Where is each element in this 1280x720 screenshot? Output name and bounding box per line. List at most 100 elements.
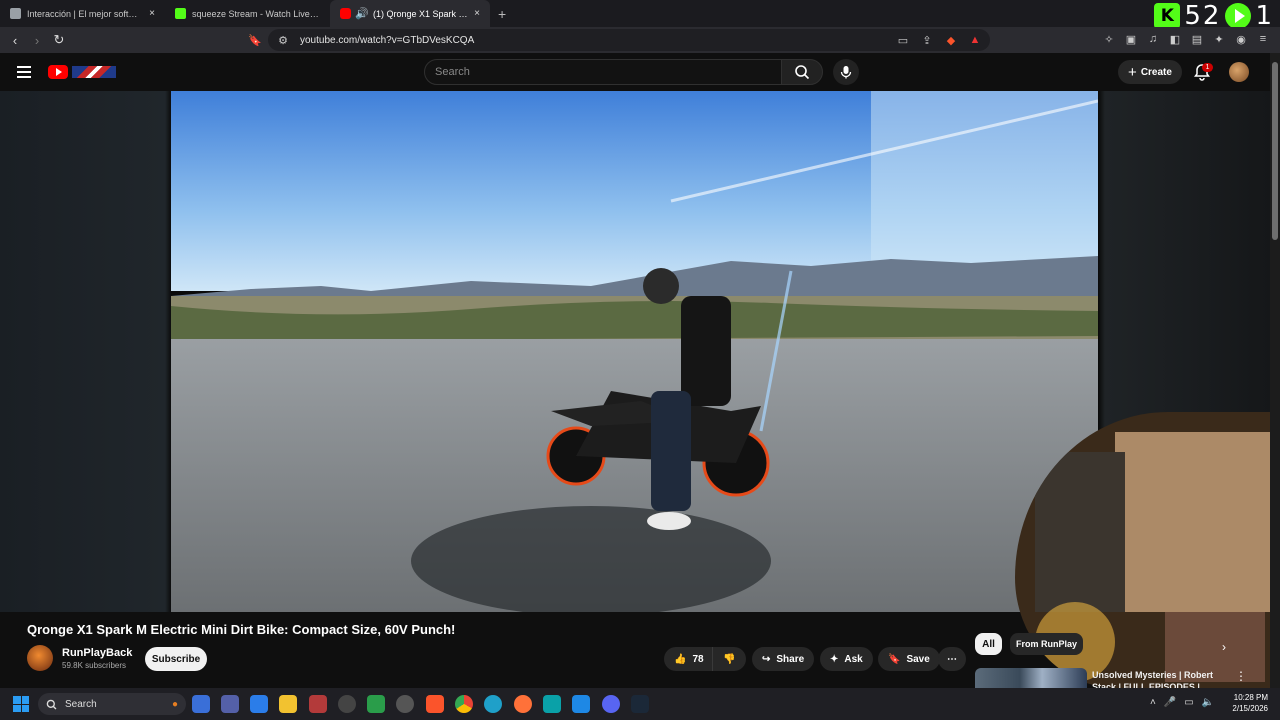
- sparkle-icon: ✦: [830, 653, 839, 665]
- search-input[interactable]: Search: [424, 59, 782, 85]
- save-button[interactable]: 🔖 Save: [878, 647, 940, 671]
- video-player[interactable]: [171, 91, 1098, 612]
- share-button[interactable]: ↪ Share: [752, 647, 815, 671]
- share-page-icon[interactable]: ⇪: [920, 33, 934, 47]
- chip-all[interactable]: All: [975, 633, 1002, 655]
- scrollbar-thumb[interactable]: [1272, 62, 1278, 240]
- site-info-icon[interactable]: ⚙: [276, 33, 290, 47]
- search-button[interactable]: [781, 59, 823, 85]
- clock-date: 2/15/2026: [1232, 704, 1268, 713]
- file-explorer-icon[interactable]: [279, 695, 297, 713]
- video-frame: [171, 91, 1098, 612]
- windows-start-icon[interactable]: [13, 696, 29, 712]
- search-icon: [46, 699, 57, 709]
- share-label: Share: [776, 653, 805, 665]
- network-icon[interactable]: ▭: [1184, 697, 1193, 708]
- leo-ai-icon[interactable]: ✦: [1212, 32, 1226, 46]
- address-bar[interactable]: ⚙ youtube.com/watch?v=GTbDVesKCQA ▭ ⇪ ◆ …: [268, 29, 990, 51]
- voice-search-button[interactable]: [833, 59, 859, 85]
- firefox-icon[interactable]: [514, 695, 532, 713]
- brave-shield-icon[interactable]: ◆: [944, 33, 958, 47]
- chrome-icon[interactable]: [455, 695, 473, 713]
- channel-subscriber-count: 59.8K subscribers: [62, 661, 127, 670]
- pinned-app-5-icon[interactable]: [309, 695, 327, 713]
- speaker-icon[interactable]: 🔊: [355, 7, 369, 21]
- more-horizontal-icon: ⋯: [947, 653, 957, 665]
- back-icon[interactable]: ‹: [4, 33, 26, 48]
- url-text: youtube.com/watch?v=GTbDVesKCQA: [300, 34, 475, 46]
- like-button[interactable]: 👍 78: [664, 647, 712, 671]
- kick-favicon-icon: [175, 8, 186, 19]
- new-tab-button[interactable]: +: [490, 6, 514, 22]
- close-tab-icon[interactable]: ×: [474, 8, 480, 19]
- vscode-icon[interactable]: [572, 695, 590, 713]
- volume-icon[interactable]: 🔈: [1202, 697, 1214, 708]
- search-icon: [795, 65, 810, 80]
- flag-logo-icon: [72, 66, 116, 78]
- microphone-tray-icon[interactable]: 🎤: [1164, 697, 1176, 708]
- chevron-up-icon[interactable]: ˄: [1150, 697, 1156, 708]
- microphone-icon: [840, 66, 852, 79]
- ask-button[interactable]: ✦ Ask: [820, 647, 873, 671]
- play-icon: [1225, 3, 1252, 29]
- tab-favicon-icon: [10, 8, 21, 19]
- basketball-icon: ●: [171, 698, 178, 710]
- pinned-app-13-icon[interactable]: [543, 695, 561, 713]
- forward-icon[interactable]: ›: [26, 33, 48, 48]
- youtube-favicon-icon: [340, 8, 351, 19]
- clock-time: 10:28 PM: [1233, 693, 1268, 702]
- bookmark-icon[interactable]: 🔖: [248, 33, 262, 47]
- chevron-right-icon[interactable]: ›: [1222, 640, 1226, 654]
- browser-tab-1[interactable]: Interacción | El mejor software para p ×: [0, 0, 165, 27]
- kick-logo-icon: K: [1154, 3, 1181, 29]
- pinned-app-1-icon[interactable]: [192, 695, 210, 713]
- media-icon[interactable]: ♫: [1146, 32, 1160, 46]
- bookmark-save-icon: 🔖: [888, 653, 901, 665]
- video-title: Qronge X1 Spark M Electric Mini Dirt Bik…: [27, 622, 456, 637]
- browser-tab-2[interactable]: squeeze Stream - Watch Live on Kick: [165, 0, 330, 27]
- pinned-app-6-icon[interactable]: [338, 695, 356, 713]
- vpn-icon[interactable]: ◉: [1234, 32, 1248, 46]
- subscribe-button[interactable]: Subscribe: [145, 647, 207, 671]
- pinned-app-2-icon[interactable]: [221, 695, 239, 713]
- taskbar-search[interactable]: Search ●: [38, 693, 186, 715]
- taskbar-search-label: Search: [65, 698, 97, 710]
- pinned-app-7-icon[interactable]: [367, 695, 385, 713]
- hamburger-menu-icon[interactable]: [17, 66, 31, 78]
- avatar[interactable]: [1229, 62, 1249, 82]
- thumbs-up-icon: 👍: [674, 653, 687, 665]
- wallet-icon[interactable]: ▣: [1124, 32, 1138, 46]
- discord-icon[interactable]: [602, 695, 620, 713]
- steam-icon[interactable]: [631, 695, 649, 713]
- sidebar-icon[interactable]: ◧: [1168, 32, 1182, 46]
- pinned-app-8-icon[interactable]: [396, 695, 414, 713]
- reload-icon[interactable]: ↻: [48, 32, 70, 48]
- browser-toolbar: ‹ › ↻ 🔖 ⚙ youtube.com/watch?v=GTbDVesKCQ…: [0, 27, 1280, 53]
- notification-count-badge: 1: [1202, 63, 1213, 72]
- edge-icon[interactable]: [484, 695, 502, 713]
- cast-icon[interactable]: ▭: [896, 33, 910, 47]
- rewards-icon[interactable]: ▲: [968, 33, 982, 47]
- wallet2-icon[interactable]: ▤: [1190, 32, 1204, 46]
- browser-tab-3[interactable]: 🔊 (1) Qronge X1 Spark M Electric ×: [330, 0, 490, 27]
- create-button[interactable]: + Create: [1118, 60, 1182, 84]
- channel-name[interactable]: RunPlayBack: [62, 647, 132, 659]
- brave-browser-icon[interactable]: [426, 695, 444, 713]
- close-tab-icon[interactable]: ×: [149, 8, 155, 19]
- more-vertical-icon[interactable]: ⋮: [1235, 669, 1247, 683]
- recommended-video-thumbnail[interactable]: [975, 668, 1087, 690]
- pinned-app-3-icon[interactable]: [250, 695, 268, 713]
- create-label: Create: [1140, 66, 1172, 78]
- youtube-header: Search + Create: [0, 53, 1270, 91]
- recommended-video-title[interactable]: Unsolved Mysteries | Robert Stack | FULL…: [1092, 669, 1222, 688]
- menu-icon[interactable]: ≡: [1256, 32, 1270, 46]
- more-actions-button[interactable]: ⋯: [938, 647, 966, 671]
- youtube-logo[interactable]: [48, 65, 116, 79]
- extensions-icon[interactable]: ✧: [1102, 32, 1116, 46]
- plus-icon: +: [1128, 63, 1137, 81]
- chip-from-channel[interactable]: From RunPlay: [1010, 633, 1084, 655]
- channel-avatar[interactable]: [27, 645, 53, 671]
- like-count: 78: [692, 653, 704, 665]
- dislike-button[interactable]: 👎: [712, 647, 746, 671]
- taskbar-clock[interactable]: 10:28 PM 2/15/2026: [1224, 692, 1268, 714]
